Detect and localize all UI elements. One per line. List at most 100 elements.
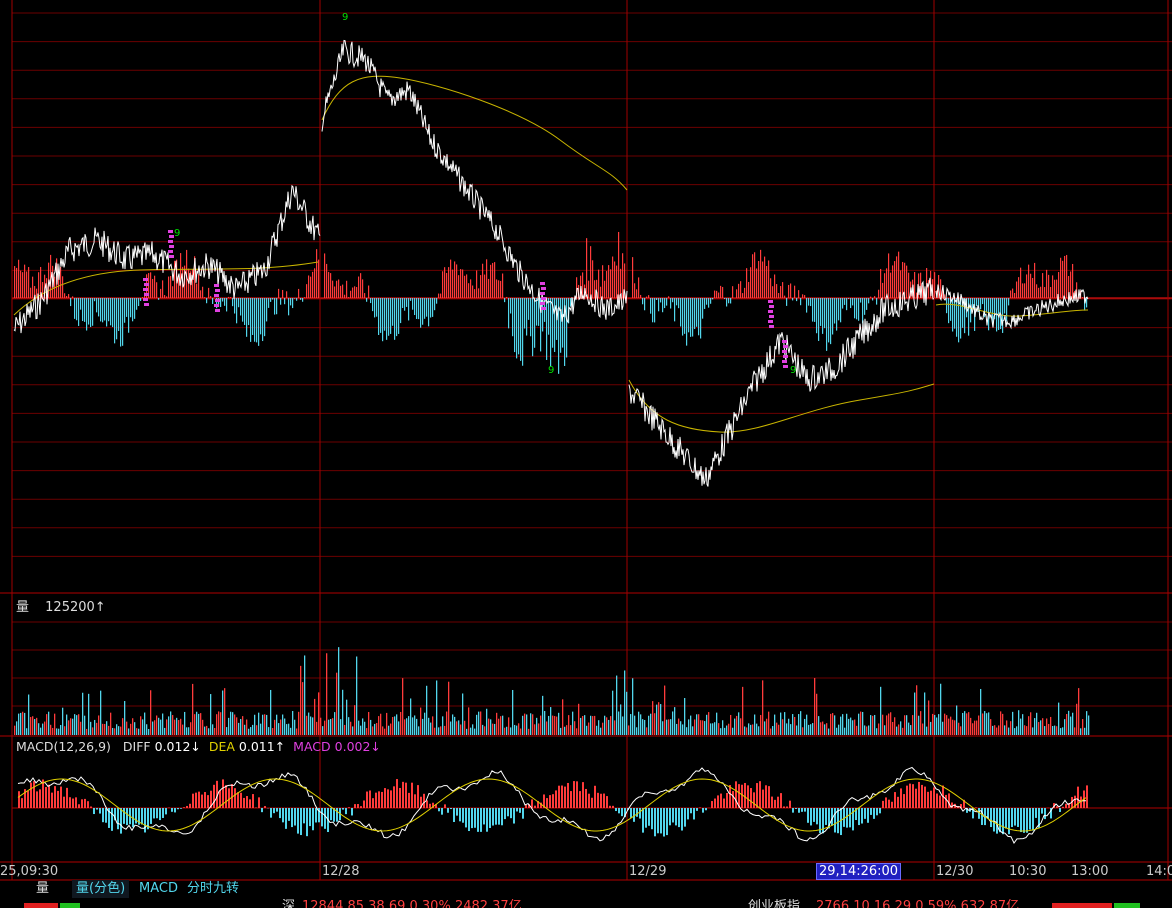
tab-volume[interactable]: 量 (32, 880, 53, 898)
volume-bar (72, 718, 74, 735)
macd-histogram-bar (1020, 808, 1022, 833)
volume-bar (362, 718, 364, 735)
macd-histogram-bar (798, 808, 800, 813)
volume-bar (390, 723, 392, 735)
histogram-bar (500, 280, 502, 298)
macd-histogram-bar (75, 797, 77, 808)
volume-bar (326, 653, 328, 735)
volume-bar (996, 727, 998, 735)
macd-histogram-bar (1005, 808, 1007, 829)
histogram-bar (732, 286, 734, 298)
tab-td-nine[interactable]: 分时九转 (183, 880, 243, 898)
time-label: 10:30 (1009, 864, 1047, 879)
histogram-bar (434, 298, 436, 311)
histogram-bar (806, 298, 808, 313)
volume-bar (316, 721, 318, 735)
histogram-bar (130, 298, 132, 318)
diff-label: DIFF (122, 739, 151, 754)
volume-bar (914, 692, 916, 735)
volume-bar (876, 728, 878, 735)
histogram-bar (814, 298, 816, 322)
histogram-bar (274, 298, 276, 315)
intraday-chart[interactable]: 9 9 9 9 (0, 0, 1172, 908)
td-setup-marker (769, 325, 774, 328)
histogram-bar (1020, 267, 1022, 298)
macd-histogram-bar (279, 808, 281, 819)
macd-histogram-bar (996, 808, 998, 834)
macd-histogram-bar (552, 794, 554, 808)
volume-bar (310, 716, 312, 735)
macd-histogram-bar (882, 800, 884, 808)
histogram-bar (908, 272, 910, 298)
volume-bar (656, 704, 658, 735)
volume-bar (994, 725, 996, 735)
volume-bar (636, 727, 638, 735)
histogram-bar (302, 298, 304, 302)
macd-histogram-bar (849, 808, 851, 828)
histogram-bar (1054, 279, 1056, 298)
histogram-bar (286, 291, 288, 298)
histogram-bar (998, 298, 1000, 330)
histogram-bar (1006, 298, 1008, 322)
histogram-bar (20, 270, 22, 298)
volume-panel-title: 量 125200↑ (16, 596, 106, 615)
histogram-bar (616, 265, 618, 298)
macd-histogram-bar (345, 808, 347, 815)
volume-bar (942, 721, 944, 735)
td-setup-marker (143, 278, 148, 281)
volume-bar (756, 723, 758, 735)
tab-volume-colored[interactable]: 量(分色) (72, 880, 130, 898)
volume-bar (80, 721, 82, 735)
volume-bar (268, 727, 270, 735)
histogram-bar (990, 298, 992, 313)
volume-bar (678, 718, 680, 735)
volume-bar (680, 721, 682, 735)
tab-macd[interactable]: MACD (135, 880, 182, 898)
volume-bar (716, 712, 718, 735)
histogram-bar (598, 269, 600, 298)
histogram-bar (390, 298, 392, 334)
volume-bar (306, 715, 308, 735)
macd-histogram-bar (246, 796, 248, 808)
volume-bar (298, 711, 300, 735)
volume-bar (60, 725, 62, 735)
histogram-bar (482, 263, 484, 298)
volume-bar (1024, 725, 1026, 735)
histogram-bar (850, 298, 852, 309)
histogram-bar (742, 293, 744, 298)
histogram-bar (970, 298, 972, 323)
macd-histogram-bar (948, 793, 950, 808)
histogram-bar (546, 298, 548, 360)
histogram-bar (86, 298, 88, 331)
macd-value: 0.002↓ (334, 739, 381, 754)
macd-histogram-bar (621, 808, 623, 817)
volume-bar (966, 713, 968, 735)
histogram-bar (602, 265, 604, 298)
macd-histogram-bar (807, 808, 809, 823)
volume-bar (452, 714, 454, 735)
histogram-bar (1036, 284, 1038, 298)
histogram-bar (494, 262, 496, 298)
histogram-bar (636, 289, 638, 298)
td-setup-marker (169, 235, 174, 238)
macd-histogram-bar (99, 808, 101, 814)
volume-bar (824, 724, 826, 735)
macd-histogram-bar (1077, 786, 1079, 808)
histogram-bar (248, 298, 250, 326)
volume-bar (910, 725, 912, 735)
macd-histogram-bar (879, 808, 881, 814)
volume-bar (438, 727, 440, 735)
histogram-bar (306, 284, 308, 298)
histogram-bar (856, 298, 858, 320)
volume-bar (536, 717, 538, 735)
volume-bar (220, 712, 222, 735)
td-setup-marker (215, 309, 220, 312)
volume-bar (814, 677, 816, 735)
volume-bar (832, 713, 834, 735)
volume-bar (558, 712, 560, 735)
macd-histogram-bar (645, 808, 647, 828)
volume-bar (108, 725, 110, 735)
histogram-bar (792, 298, 794, 301)
macd-histogram-bar (711, 801, 713, 808)
histogram-bar (724, 298, 726, 300)
